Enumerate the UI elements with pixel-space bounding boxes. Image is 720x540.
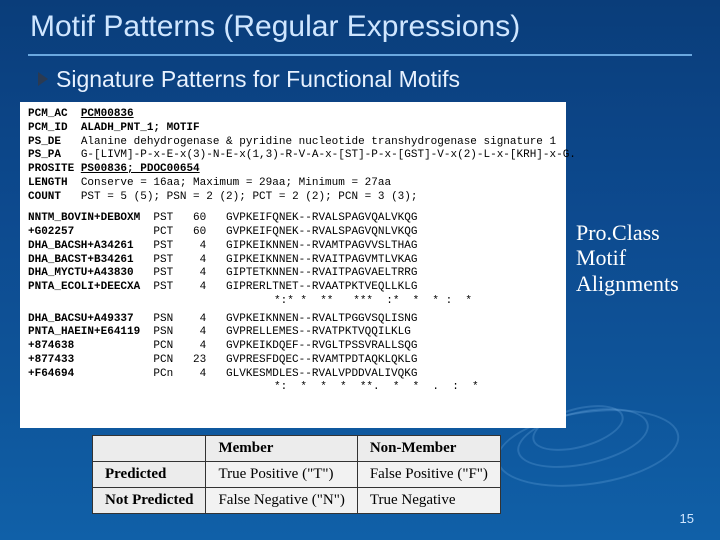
bullet-chevron-icon	[38, 72, 48, 86]
pcm-id-label: PCM_ID	[28, 122, 68, 134]
prosite-label: PROSITE	[28, 163, 74, 175]
slide-title: Motif Patterns (Regular Expressions)	[30, 10, 520, 44]
pcm-ac-label: PCM_AC	[28, 108, 68, 120]
pcm-ac-value: PCM00836	[81, 108, 134, 120]
alignment-row: +877433 PCN 23 GVPRESFDQEC--RVAMTPDTAQKL…	[28, 354, 558, 368]
matrix-col-member: Member	[206, 436, 357, 462]
alignment-block-1: NNTM_BOVIN+DEBOXM PST 60 GVPKEIFQNEK--RV…	[28, 212, 558, 295]
alignment-row: DHA_BACSU+A49337 PSN 4 GVPKEIKNNEN--RVAL…	[28, 313, 558, 327]
prosite-value: PS00836; PDOC00654	[81, 163, 200, 175]
page-number: 15	[680, 511, 694, 526]
matrix-tn: True Negative	[357, 488, 500, 514]
ps-de-value: Alanine dehydrogenase & pyridine nucleot…	[81, 136, 556, 148]
alignment-row: +F64694 PCn 4 GLVKESMDLES--RVALVPDDVALIV…	[28, 368, 558, 382]
length-value: Conserve = 16aa; Maximum = 29aa; Minimum…	[81, 177, 391, 189]
ps-pa-label: PS_PA	[28, 149, 61, 161]
alignment-block-2: DHA_BACSU+A49337 PSN 4 GVPKEIKNNEN--RVAL…	[28, 313, 558, 382]
alignment-row: +G02257 PCT 60 GVPKEIFQNEK--RVALSPAGVQNL…	[28, 226, 558, 240]
panel-caption: Pro.Class Motif Alignments	[576, 220, 710, 296]
alignment-row: DHA_BACST+B34261 PST 4 GIPKEIKNNEN--RVAI…	[28, 254, 558, 268]
motif-panel: PCM_AC PCM00836 PCM_ID ALADH_PNT_1; MOTI…	[20, 102, 566, 428]
alignment-row: +874638 PCN 4 GVPKEIKDQEF--RVGLTPSSVRALL…	[28, 340, 558, 354]
slide-subtitle: Signature Patterns for Functional Motifs	[56, 66, 460, 93]
confusion-matrix: Member Non-Member Predicted True Positiv…	[92, 435, 501, 514]
alignment-row: PNTA_ECOLI+DEECXA PST 4 GIPRERLTNET--RVA…	[28, 281, 558, 295]
matrix-col-nonmember: Non-Member	[357, 436, 500, 462]
count-value: PST = 5 (5); PSN = 2 (2); PCT = 2 (2); P…	[81, 191, 418, 203]
consensus-2: *: * * * **. * * . : *	[28, 381, 558, 395]
alignment-row: DHA_MYCTU+A43830 PST 4 GIPTETKNNEN--RVAI…	[28, 267, 558, 281]
matrix-fp: False Positive ("F")	[357, 462, 500, 488]
count-label: COUNT	[28, 191, 61, 203]
matrix-row-predicted: Predicted	[93, 462, 206, 488]
ps-pa-value: G-[LIVM]-P-x-E-x(3)-N-E-x(1,3)-R-V-A-x-[…	[81, 149, 576, 161]
alignment-row: DHA_BACSH+A34261 PST 4 GIPKEIKNNEN--RVAM…	[28, 240, 558, 254]
title-rule	[28, 54, 692, 56]
matrix-fn: False Negative ("N")	[206, 488, 357, 514]
ps-de-label: PS_DE	[28, 136, 61, 148]
matrix-corner	[93, 436, 206, 462]
alignment-row: NNTM_BOVIN+DEBOXM PST 60 GVPKEIFQNEK--RV…	[28, 212, 558, 226]
pcm-id-value: ALADH_PNT_1; MOTIF	[81, 122, 200, 134]
consensus-1: *:* * ** *** :* * * : *	[28, 295, 558, 309]
matrix-row-notpredicted: Not Predicted	[93, 488, 206, 514]
matrix-tp: True Positive ("T")	[206, 462, 357, 488]
alignment-row: PNTA_HAEIN+E64119 PSN 4 GVPRELLEMES--RVA…	[28, 326, 558, 340]
length-label: LENGTH	[28, 177, 68, 189]
